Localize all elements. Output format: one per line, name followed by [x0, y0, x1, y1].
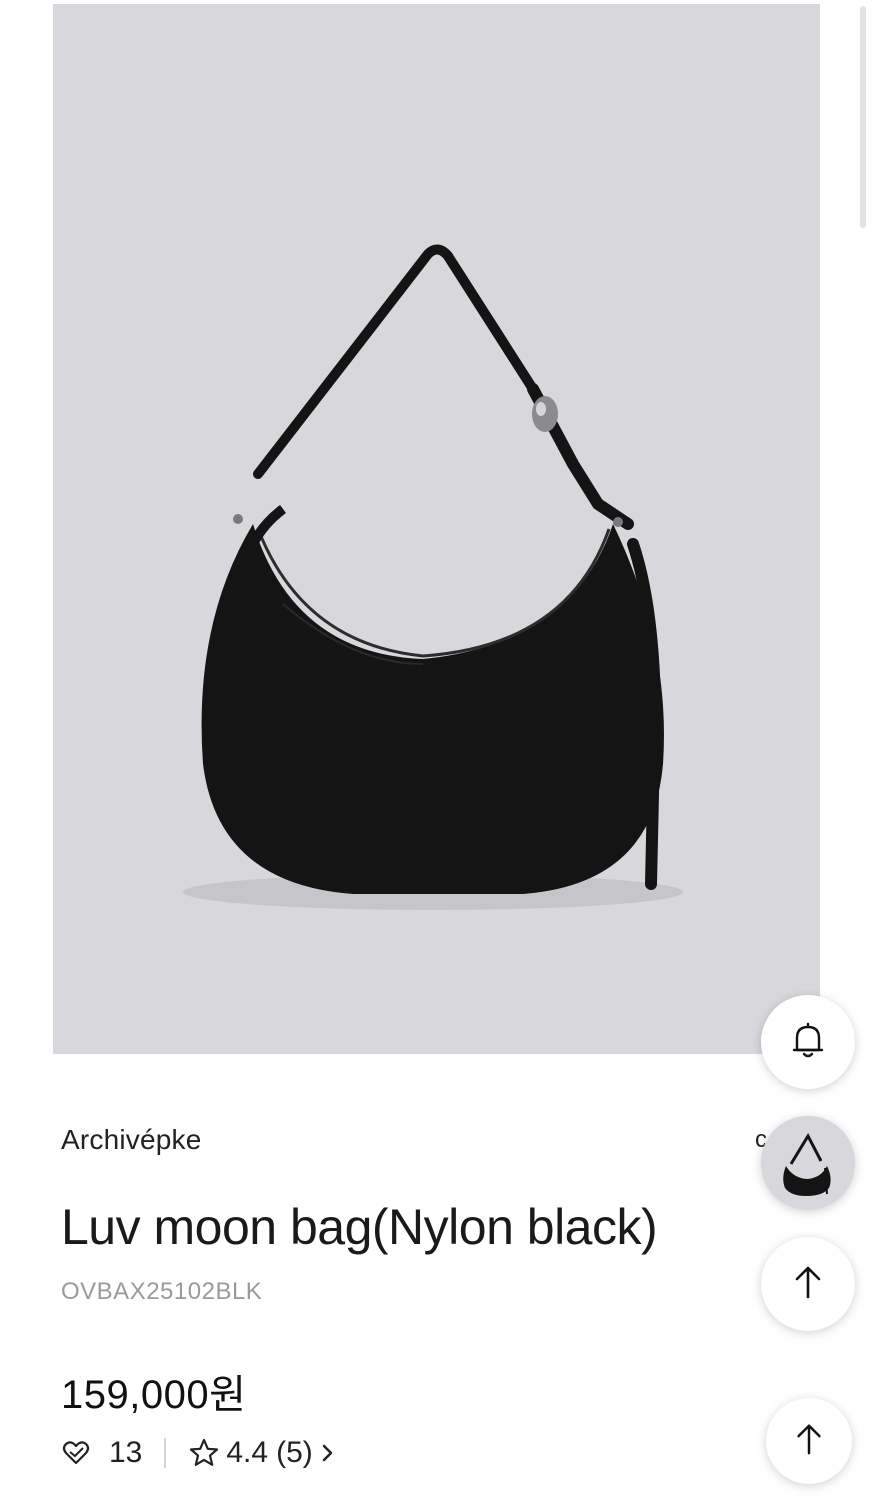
brand-name[interactable]: Archivépke	[61, 1124, 202, 1156]
chevron-right-icon[interactable]	[319, 1441, 337, 1465]
bell-icon	[785, 1017, 831, 1068]
scroll-top-button[interactable]	[761, 1237, 855, 1331]
like-count: 13	[109, 1436, 143, 1469]
bag-illustration	[53, 4, 820, 1054]
product-price: 159,000원	[61, 1373, 247, 1417]
arrow-up-icon	[788, 1262, 828, 1307]
product-image[interactable]	[53, 4, 820, 1054]
product-meta: 13 4.4 (5)	[61, 1432, 337, 1474]
meta-divider	[164, 1438, 167, 1468]
product-thumbnail-button[interactable]	[761, 1116, 855, 1210]
notification-button[interactable]	[761, 995, 855, 1089]
product-title: Luv moon bag(Nylon black)	[61, 1199, 658, 1255]
rating-score[interactable]: 4.4	[226, 1436, 268, 1470]
heart-icon[interactable]	[61, 1438, 91, 1468]
review-count[interactable]: (5)	[276, 1436, 313, 1470]
arrow-up-icon	[790, 1420, 828, 1463]
product-thumbnail	[761, 1116, 855, 1210]
star-icon	[188, 1437, 220, 1469]
page-scrollbar[interactable]	[860, 6, 866, 228]
scroll-top-button-secondary[interactable]	[766, 1398, 852, 1484]
product-sku: OVBAX25102BLK	[61, 1278, 263, 1305]
